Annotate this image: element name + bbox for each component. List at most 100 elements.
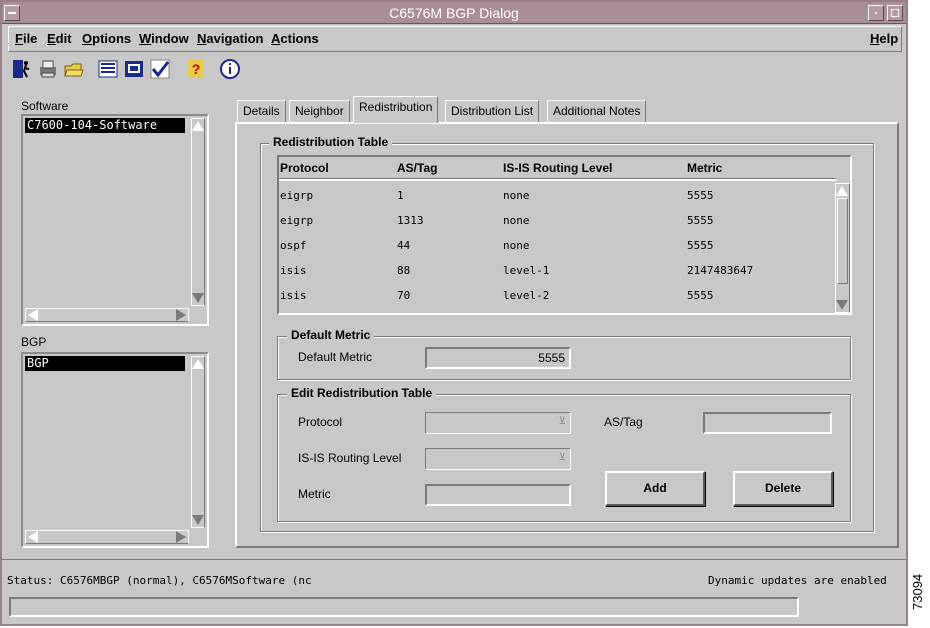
properties-icon[interactable] [122,57,146,81]
scroll-up-icon[interactable] [192,359,204,369]
cell-protocol: isis [280,289,307,302]
scroll-right-icon[interactable] [176,309,186,321]
chevron-down-icon: ⊻ [558,452,566,463]
cell-isis-level: none [503,189,530,202]
menu-actions[interactable]: Actions [271,31,319,46]
menu-options[interactable]: Options [82,31,131,46]
table-row[interactable]: eigrp 1 none 5555 [279,183,835,208]
status-text: Status: C6576MBGP (normal), C6576MSoftwa… [7,574,312,587]
list-item[interactable]: C7600-104-Software [25,118,185,133]
dynamic-updates-status: Dynamic updates are enabled [708,574,887,587]
cell-isis-level: none [503,214,530,227]
add-button[interactable]: Add [605,471,705,506]
cell-isis-level: none [503,239,530,252]
menu-file[interactable]: File [15,31,37,46]
software-label: Software [21,99,69,113]
default-metric-label: Default Metric [298,350,373,364]
list-item[interactable]: BGP [25,356,185,371]
cell-protocol: isis [280,264,307,277]
minimize-button[interactable] [868,5,884,21]
info-icon[interactable] [218,57,242,81]
tab-redistribution[interactable]: Redistribution [353,96,439,123]
cell-isis-level: level-2 [503,289,550,302]
toolbar: ? [10,57,310,83]
exit-icon[interactable] [10,57,34,81]
cell-metric: 5555 [687,289,714,302]
svg-text:?: ? [192,61,201,77]
software-vertical-scrollbar[interactable] [191,118,205,306]
menu-bar: File Edit Options Window Navigation Acti… [8,26,902,52]
menu-window[interactable]: Window [139,31,189,46]
bgp-vertical-scrollbar[interactable] [191,356,205,528]
scroll-up-icon[interactable] [836,186,848,196]
redistribution-table: Protocol AS/Tag IS-IS Routing Level Metr… [277,155,852,315]
astag-input[interactable] [703,412,832,434]
cell-astag: 70 [397,289,411,302]
cell-protocol: eigrp [280,189,314,202]
cell-isis-level: level-1 [503,264,550,277]
tab-neighbor[interactable]: Neighbor [289,100,350,122]
table-row[interactable]: isis 70 level-2 5555 [279,283,835,308]
protocol-label: Protocol [298,415,343,429]
table-row[interactable]: isis 88 level-1 2147483647 [279,258,835,283]
column-protocol[interactable]: Protocol [280,161,329,175]
scroll-down-icon[interactable] [192,515,204,525]
metric-input[interactable] [425,484,571,506]
window-title: C6576M BGP Dialog [389,5,519,21]
tab-additional-notes[interactable]: Additional Notes [547,100,647,122]
scroll-up-icon[interactable] [192,121,204,131]
cell-astag: 88 [397,264,411,277]
default-metric-input[interactable]: 5555 [425,347,571,369]
edit-redistribution-title: Edit Redistribution Table [287,386,437,400]
printer-icon[interactable] [36,57,60,81]
progress-bar [9,597,799,617]
scroll-down-icon[interactable] [836,300,848,310]
cell-metric: 2147483647 [687,264,754,277]
column-metric[interactable]: Metric [687,161,722,175]
metric-label: Metric [298,487,331,501]
column-astag[interactable]: AS/Tag [397,161,437,175]
open-folder-icon[interactable] [62,57,86,81]
isis-level-label: IS-IS Routing Level [298,451,402,465]
software-list[interactable]: C7600-104-Software [21,114,209,326]
title-bar[interactable]: C6576M BGP Dialog [2,2,906,24]
bgp-label: BGP [21,335,47,349]
status-divider [2,559,906,560]
bgp-horizontal-scrollbar[interactable] [25,530,189,544]
tab-details[interactable]: Details [237,100,286,122]
column-isis-routing-level[interactable]: IS-IS Routing Level [503,161,612,175]
figure-code: 73094 [910,573,925,610]
help-icon[interactable]: ? [184,57,208,81]
table-row[interactable]: eigrp 1313 none 5555 [279,208,835,233]
bgp-list[interactable]: BGP [21,352,209,548]
delete-button[interactable]: Delete [733,471,833,506]
cell-metric: 5555 [687,214,714,227]
dialog-window: C6576M BGP Dialog File Edit Options Wind… [0,0,908,626]
scroll-right-icon[interactable] [176,531,186,543]
redistribution-table-title: Redistribution Table [269,135,393,149]
menu-navigation[interactable]: Navigation [197,31,263,46]
table-row[interactable]: ospf 44 none 5555 [279,233,835,258]
astag-label: AS/Tag [604,415,643,429]
cell-metric: 5555 [687,239,714,252]
table-header: Protocol AS/Tag IS-IS Routing Level Metr… [279,157,836,181]
cell-astag: 1313 [397,214,424,227]
scroll-down-icon[interactable] [192,293,204,303]
software-horizontal-scrollbar[interactable] [25,308,189,322]
maximize-button[interactable] [887,5,903,21]
table-vertical-scrollbar[interactable] [835,183,850,313]
list-icon[interactable] [96,57,120,81]
scrollbar-thumb[interactable] [837,198,848,284]
isis-level-select[interactable]: ⊻ [425,448,571,470]
menu-help[interactable]: Help [870,31,898,46]
cell-astag: 44 [397,239,411,252]
check-icon[interactable] [148,57,172,81]
protocol-select[interactable]: ⊻ [425,412,571,434]
scroll-left-icon[interactable] [28,531,38,543]
scroll-left-icon[interactable] [28,309,38,321]
cell-metric: 5555 [687,189,714,202]
menu-edit[interactable]: Edit [47,31,72,46]
cell-astag: 1 [397,189,404,202]
chevron-down-icon: ⊻ [558,416,566,427]
tab-distribution-list[interactable]: Distribution List [445,100,540,122]
